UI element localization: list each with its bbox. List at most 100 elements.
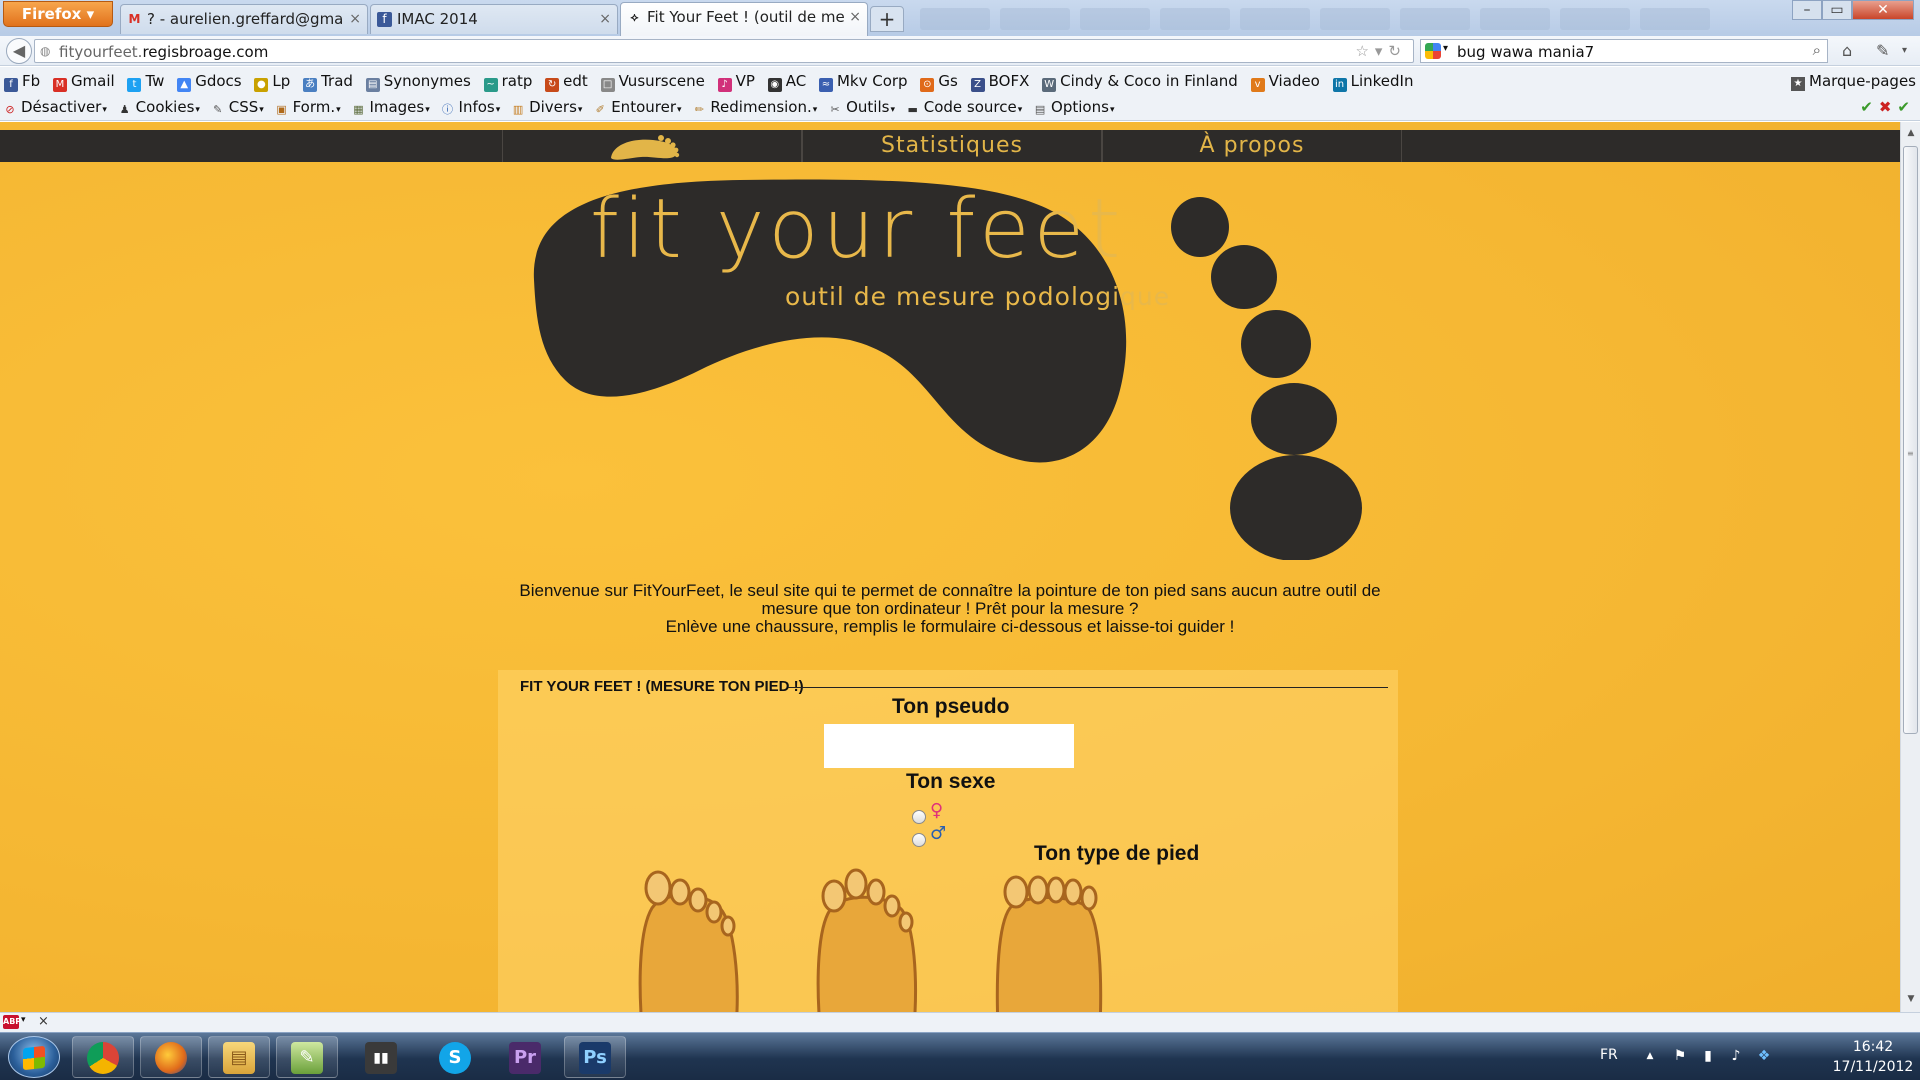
volume-icon[interactable]: ♪ [1728,1048,1744,1064]
power-icon[interactable]: ▮ [1700,1048,1716,1064]
google-icon[interactable] [1425,43,1441,59]
bookmark-synonymes[interactable]: ▤ Synonymes [362,67,475,95]
devbar-redimension[interactable]: ✏ Redimension.▾ [689,95,820,122]
bookmark-bofx[interactable]: Z BOFX [967,67,1034,95]
home-icon[interactable]: ⌂ [1842,41,1852,60]
site-nav-home[interactable] [502,130,802,162]
foot-type-greek[interactable] [806,868,926,1012]
bookmark-ratp[interactable]: ~ ratp [480,67,537,95]
bookmark-cindy-coco[interactable]: W Cindy & Coco in Finland [1038,67,1242,95]
bookmark-gs[interactable]: ⊙ Gs [916,67,961,95]
site-nav-about[interactable]: À propos [1102,130,1402,162]
devbar-code-source[interactable]: ▬ Code source▾ [903,95,1026,122]
start-button[interactable] [8,1036,60,1078]
bookmark-linkedin[interactable]: in LinkedIn [1329,67,1418,95]
devbar-options[interactable]: ▤ Options▾ [1030,95,1117,122]
taskbar-skype[interactable]: S [424,1036,486,1078]
adblock-icon[interactable]: ABP [3,1015,21,1029]
scroll-down-arrow[interactable]: ▼ [1904,994,1918,1008]
devbar-infos[interactable]: ⓘ Infos▾ [438,95,504,122]
devbar-css[interactable]: ✎ CSS▾ [208,95,267,122]
tab-fityourfeet[interactable]: ⟡ Fit Your Feet ! (outil de me × [620,2,868,36]
bookmarks-menu-button[interactable]: ★ Marque-pages [1791,67,1916,95]
bookmark-trad[interactable]: あ Trad [299,67,357,95]
gs-icon: ⊙ [920,78,935,92]
sex-male-radio[interactable] [912,833,926,847]
language-indicator[interactable]: FR [1600,1047,1618,1063]
bookmark-fb[interactable]: f Fb [0,67,44,95]
sex-female-radio[interactable] [912,810,926,824]
site-nav-bar: Statistiques À propos [0,130,1900,162]
devbar-divers[interactable]: ▥ Divers▾ [508,95,585,122]
chevron-down-icon[interactable]: ▾ [1902,45,1907,56]
close-icon[interactable]: × [38,1014,49,1029]
search-icon[interactable]: ⌕ [1813,41,1821,59]
devbar-form[interactable]: ▣ Form.▾ [272,95,344,122]
close-icon[interactable]: × [599,5,611,33]
foot-type-egyptian[interactable] [628,868,748,1012]
bookmark-gmail[interactable]: M Gmail [49,67,119,95]
bookmark-edt[interactable]: ↻ edt [541,67,592,95]
chevron-down-icon[interactable]: ▾ [21,1015,26,1025]
bookmark-ac[interactable]: ◉ AC [764,67,810,95]
chevron-down-icon[interactable]: ▾ [1443,43,1448,54]
tab-gmail[interactable]: M ? - aurelien.greffard@gma × [120,4,368,34]
minimize-button[interactable]: – [1792,0,1822,20]
taskbar-speakers[interactable]: ▮▮ [350,1036,412,1078]
tab-imac[interactable]: f IMAC 2014 × [370,4,618,34]
taskbar-firefox[interactable] [140,1036,202,1078]
firefox-menu-button[interactable]: Firefox ▾ [3,1,113,27]
show-hidden-icons[interactable]: ▲ [1642,1048,1658,1064]
back-button[interactable]: ◀ [6,38,32,64]
logo-subtitle: outil de mesure podologique [785,282,1171,311]
bookmark-tw[interactable]: t Tw [123,67,168,95]
error-icon[interactable]: ✖ [1879,98,1898,116]
bookmark-mkv[interactable]: ≈ Mkv Corp [815,67,912,95]
foot-type-square[interactable] [988,868,1108,1012]
bookmark-lp[interactable]: ● Lp [250,67,294,95]
clock-time[interactable]: 16:42 [1838,1039,1908,1055]
close-window-button[interactable]: ✕ [1852,0,1914,20]
foot-type-label: Ton type de pied [1034,842,1200,865]
taskbar-frogger[interactable]: ✎ [276,1036,338,1078]
bookmark-vusurscene[interactable]: □ Vusurscene [597,67,709,95]
devbar-cookies[interactable]: ♟ Cookies▾ [115,95,203,122]
ac-icon: ◉ [767,78,782,92]
url-bar[interactable]: ◍ fityourfeet.regisbroage.com ☆▾↻ [34,39,1414,63]
page-scrollbar[interactable]: ▲ ≡ ▼ [1900,122,1920,1012]
taskbar-premiere[interactable]: Pr [494,1036,556,1078]
dropbox-icon[interactable]: ❖ [1756,1048,1772,1064]
devbar-entourer[interactable]: ✐ Entourer▾ [590,95,684,122]
clock-date[interactable]: 17/11/2012 [1828,1059,1918,1075]
new-tab-button[interactable]: + [870,6,904,32]
devbar-images[interactable]: ▦ Images▾ [348,95,432,122]
url-text: fityourfeet.regisbroage.com [59,43,269,61]
close-icon[interactable]: × [349,5,361,33]
action-center-flag-icon[interactable]: ⚑ [1672,1048,1688,1064]
bookmark-viadeo[interactable]: v Viadeo [1247,67,1324,95]
check-icon[interactable]: ✔ [1897,98,1916,116]
bookmark-gdocs[interactable]: ▲ Gdocs [173,67,245,95]
search-input[interactable]: bug wawa mania7 [1457,43,1594,61]
site-nav-stats[interactable]: Statistiques [802,130,1102,162]
bofx-icon: Z [970,78,985,92]
taskbar-photoshop[interactable]: Ps [564,1036,626,1078]
background-window-tab [1640,8,1710,30]
close-icon[interactable]: × [849,3,861,31]
taskbar-chrome[interactable] [72,1036,134,1078]
search-bar[interactable]: ▾ bug wawa mania7 ⌕ [1420,39,1828,63]
maximize-button[interactable]: ▭ [1822,0,1852,20]
scroll-grip-icon: ≡ [1907,449,1914,458]
scroll-thumb[interactable]: ≡ [1903,146,1918,734]
taskbar-explorer[interactable]: ▤ [208,1036,270,1078]
bookmark-star-icon[interactable]: ☆▾↻ [1355,42,1407,60]
pseudo-input[interactable] [824,724,1074,768]
gmail-icon: M [128,12,141,26]
devbar-outils[interactable]: ✂ Outils▾ [825,95,898,122]
bookmark-vp[interactable]: ♪ VP [714,67,759,95]
tools-icon[interactable]: ✎ [1876,41,1889,60]
devbar-desactiver[interactable]: ⊘ Désactiver▾ [0,95,110,122]
scroll-up-arrow[interactable]: ▲ [1904,128,1918,142]
frog-icon: ✎ [291,1042,323,1074]
check-icon[interactable]: ✔ [1860,98,1879,116]
